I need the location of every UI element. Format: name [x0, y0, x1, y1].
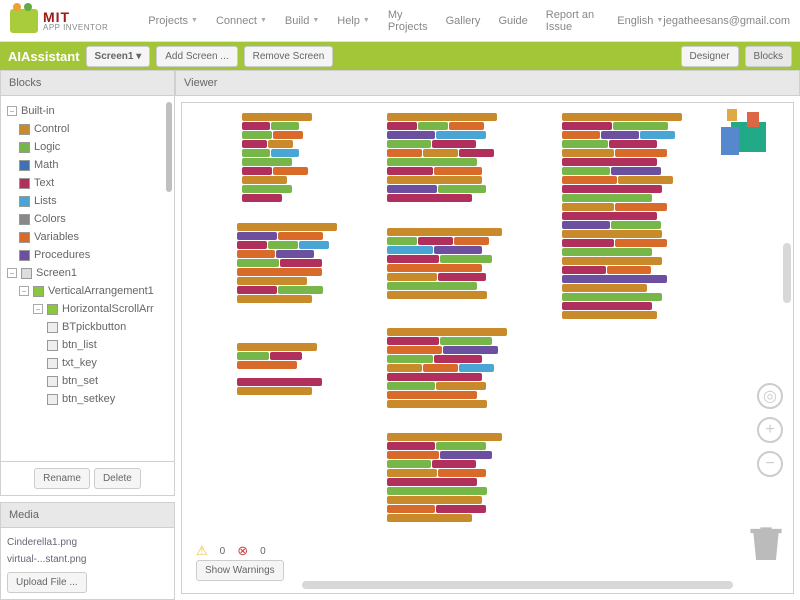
- text-swatch-icon: [19, 178, 30, 189]
- viewer-panel: Viewer ◎ + −: [175, 70, 800, 600]
- logo-sub: APP INVENTOR: [43, 24, 108, 32]
- math-swatch-icon: [19, 160, 30, 171]
- tree-btn-list[interactable]: btn_list: [5, 336, 170, 354]
- tree-btn-set[interactable]: btn_set: [5, 372, 170, 390]
- upload-file-button[interactable]: Upload File ...: [7, 572, 87, 593]
- blocks-canvas[interactable]: ◎ + − ⚠ 0 ⊗ 0 Show Warnings: [181, 102, 794, 594]
- zoom-in-icon[interactable]: +: [757, 417, 783, 443]
- screen-icon: [21, 268, 32, 279]
- user-email[interactable]: jegatheesans@gmail.com: [663, 15, 790, 27]
- blocks-tree[interactable]: −Built-in Control Logic Math Text Lists …: [0, 96, 175, 462]
- menu-projects[interactable]: Projects▼: [148, 9, 198, 33]
- remove-screen-button[interactable]: Remove Screen: [244, 46, 334, 67]
- warning-icon: ⚠: [196, 543, 208, 559]
- component-icon: [47, 376, 58, 387]
- tree-math[interactable]: Math: [5, 156, 170, 174]
- tree-procedures[interactable]: Procedures: [5, 246, 170, 264]
- tree-btn-setkey[interactable]: btn_setkey: [5, 390, 170, 408]
- main-area: Blocks −Built-in Control Logic Math Text…: [0, 70, 800, 600]
- logo-mit: MIT: [43, 10, 108, 24]
- colors-swatch-icon: [19, 214, 30, 225]
- canvas-controls: ◎ + −: [757, 383, 783, 477]
- collapse-icon[interactable]: −: [33, 304, 43, 314]
- delete-button[interactable]: Delete: [94, 468, 141, 489]
- menu-help[interactable]: Help▼: [337, 9, 370, 33]
- logo[interactable]: MIT APP INVENTOR: [10, 9, 108, 33]
- media-header: Media: [0, 502, 175, 528]
- chevron-down-icon: ▼: [191, 17, 198, 24]
- zoom-out-icon[interactable]: −: [757, 451, 783, 477]
- menu-my-projects[interactable]: My Projects: [388, 9, 428, 33]
- app-inventor-logo-icon: [10, 9, 38, 33]
- tree-control[interactable]: Control: [5, 120, 170, 138]
- backpack-icon[interactable]: [721, 107, 781, 157]
- tree-vertical-arrangement[interactable]: −VerticalArrangement1: [5, 282, 170, 300]
- tree-lists[interactable]: Lists: [5, 192, 170, 210]
- lists-swatch-icon: [19, 196, 30, 207]
- chevron-down-icon: ▼: [363, 17, 370, 24]
- tree-horizontal-scroll[interactable]: −HorizontalScrollArr: [5, 300, 170, 318]
- procedures-swatch-icon: [19, 250, 30, 261]
- menu-build[interactable]: Build▼: [285, 9, 319, 33]
- designer-button[interactable]: Designer: [681, 46, 739, 67]
- menu-guide[interactable]: Guide: [498, 9, 527, 33]
- collapse-icon[interactable]: −: [7, 106, 17, 116]
- layout-icon: [33, 286, 44, 297]
- tree-text[interactable]: Text: [5, 174, 170, 192]
- project-bar: AIAssistant Screen1 ▾ Add Screen ... Rem…: [0, 42, 800, 70]
- warnings-bar: ⚠ 0 ⊗ 0: [196, 543, 266, 559]
- media-panel: Media Cinderella1.png virtual-...stant.p…: [0, 502, 175, 600]
- show-warnings-button[interactable]: Show Warnings: [196, 560, 284, 581]
- logic-swatch-icon: [19, 142, 30, 153]
- project-name: AIAssistant: [8, 49, 80, 64]
- tree-screen1[interactable]: −Screen1: [5, 264, 170, 282]
- error-count: 0: [260, 546, 266, 557]
- add-screen-button[interactable]: Add Screen ...: [156, 46, 237, 67]
- component-icon: [47, 322, 58, 333]
- menu-report-issue[interactable]: Report an Issue: [546, 9, 599, 33]
- canvas-v-scrollbar[interactable]: [783, 243, 791, 303]
- tree-btpickbutton[interactable]: BTpickbutton: [5, 318, 170, 336]
- component-icon: [47, 340, 58, 351]
- tree-buttons: Rename Delete: [0, 462, 175, 496]
- media-item[interactable]: virtual-...stant.png: [7, 551, 168, 568]
- target-icon[interactable]: ◎: [757, 383, 783, 409]
- menu-language[interactable]: English▼: [617, 9, 663, 33]
- component-icon: [47, 358, 58, 369]
- menu-connect[interactable]: Connect▼: [216, 9, 267, 33]
- chevron-down-icon: ▼: [260, 17, 267, 24]
- chevron-down-icon: ▼: [312, 17, 319, 24]
- sidebar: Blocks −Built-in Control Logic Math Text…: [0, 70, 175, 600]
- blocks-button[interactable]: Blocks: [745, 46, 792, 67]
- tree-variables[interactable]: Variables: [5, 228, 170, 246]
- control-swatch-icon: [19, 124, 30, 135]
- media-list: Cinderella1.png virtual-...stant.png Upl…: [0, 528, 175, 600]
- component-icon: [47, 394, 58, 405]
- media-item[interactable]: Cinderella1.png: [7, 534, 168, 551]
- canvas-h-scrollbar[interactable]: [302, 581, 733, 589]
- collapse-icon[interactable]: −: [7, 268, 17, 278]
- chevron-down-icon: ▾: [136, 51, 141, 62]
- layout-icon: [47, 304, 58, 315]
- variables-swatch-icon: [19, 232, 30, 243]
- main-menu: Projects▼ Connect▼ Build▼ Help▼ My Proje…: [148, 9, 663, 33]
- tree-txt-key[interactable]: txt_key: [5, 354, 170, 372]
- tree-logic[interactable]: Logic: [5, 138, 170, 156]
- top-bar: MIT APP INVENTOR Projects▼ Connect▼ Buil…: [0, 0, 800, 42]
- tree-builtin[interactable]: −Built-in: [5, 102, 170, 120]
- trash-icon[interactable]: [749, 523, 783, 563]
- collapse-icon[interactable]: −: [19, 286, 29, 296]
- viewer-header: Viewer: [175, 70, 800, 96]
- tree-scrollbar[interactable]: [166, 102, 172, 192]
- screen-selector[interactable]: Screen1 ▾: [86, 46, 151, 67]
- rename-button[interactable]: Rename: [34, 468, 90, 489]
- warning-count: 0: [220, 546, 226, 557]
- blocks-workspace[interactable]: [192, 113, 783, 583]
- blocks-panel-header: Blocks: [0, 70, 175, 96]
- tree-colors[interactable]: Colors: [5, 210, 170, 228]
- menu-gallery[interactable]: Gallery: [446, 9, 481, 33]
- error-icon: ⊗: [237, 543, 248, 559]
